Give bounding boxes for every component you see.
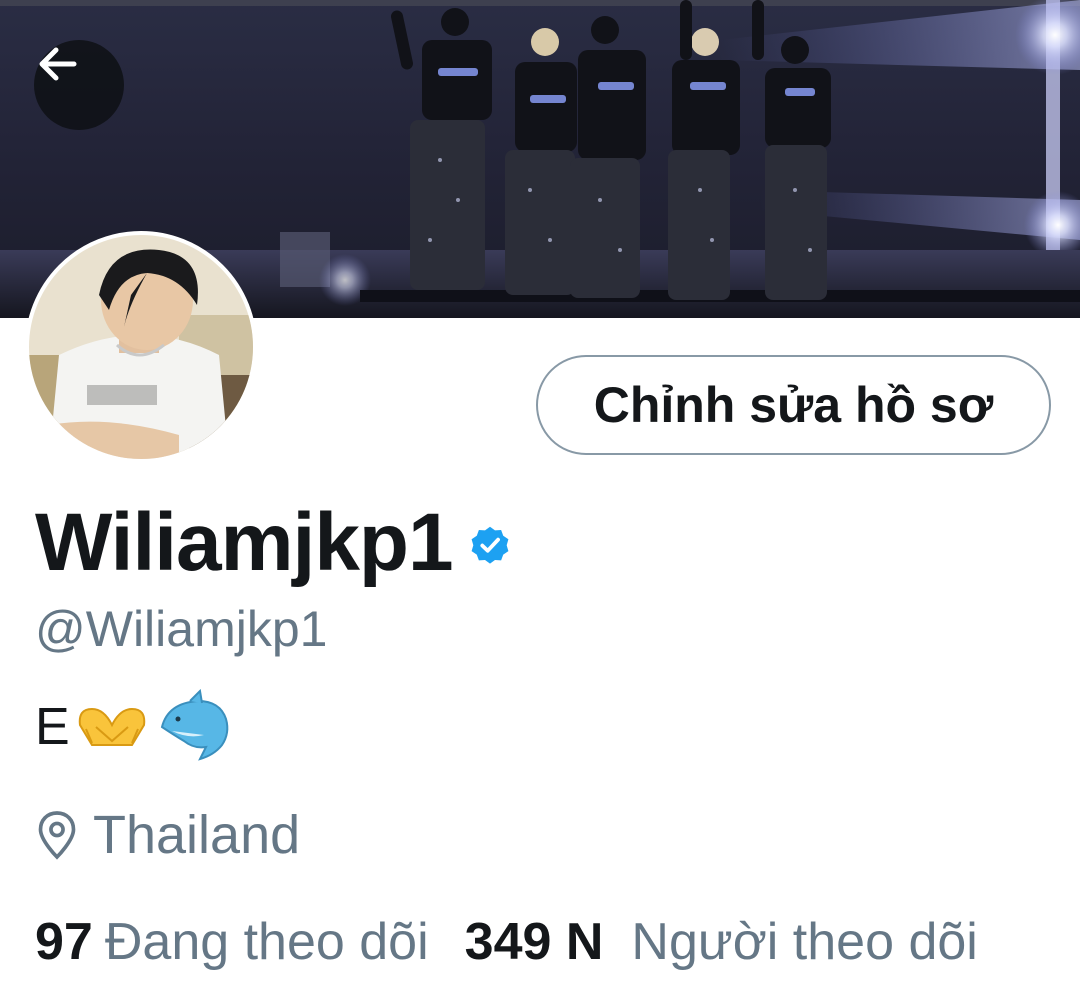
followers-count: 349 N	[464, 913, 604, 971]
verified-badge-icon	[471, 526, 509, 564]
followers-label: Người theo dõi	[631, 913, 978, 971]
profile-avatar[interactable]	[25, 231, 257, 463]
followers-link[interactable]: 349 N Người theo dõi	[465, 912, 978, 972]
profile-bio: E	[35, 682, 234, 772]
display-name-row: Wiliamjkp1	[35, 497, 513, 588]
following-label: Đang theo dõi	[104, 913, 429, 971]
heart-hands-emoji	[72, 699, 152, 755]
display-name: Wiliamjkp1	[35, 497, 454, 588]
follow-stats: 97 Đang theo dõi 349 N Người theo dõi	[35, 905, 978, 979]
avatar-photo	[29, 235, 253, 459]
edit-profile-button[interactable]: Chỉnh sửa hồ sơ	[536, 355, 1051, 455]
back-button[interactable]	[34, 40, 124, 130]
following-link[interactable]: 97 Đang theo dõi	[35, 912, 429, 972]
following-count: 97	[35, 913, 93, 971]
profile-page: Chỉnh sửa hồ sơ Wiliamjkp1 @Wiliamjkp1 E	[0, 0, 1080, 1003]
profile-handle: @Wiliamjkp1	[35, 601, 328, 657]
bio-text: E	[35, 698, 70, 756]
profile-location: Thailand	[35, 800, 300, 870]
dolphin-emoji	[154, 689, 234, 765]
arrow-left-icon	[39, 47, 77, 81]
location-pin-icon	[38, 811, 76, 860]
location-text: Thailand	[93, 805, 301, 865]
